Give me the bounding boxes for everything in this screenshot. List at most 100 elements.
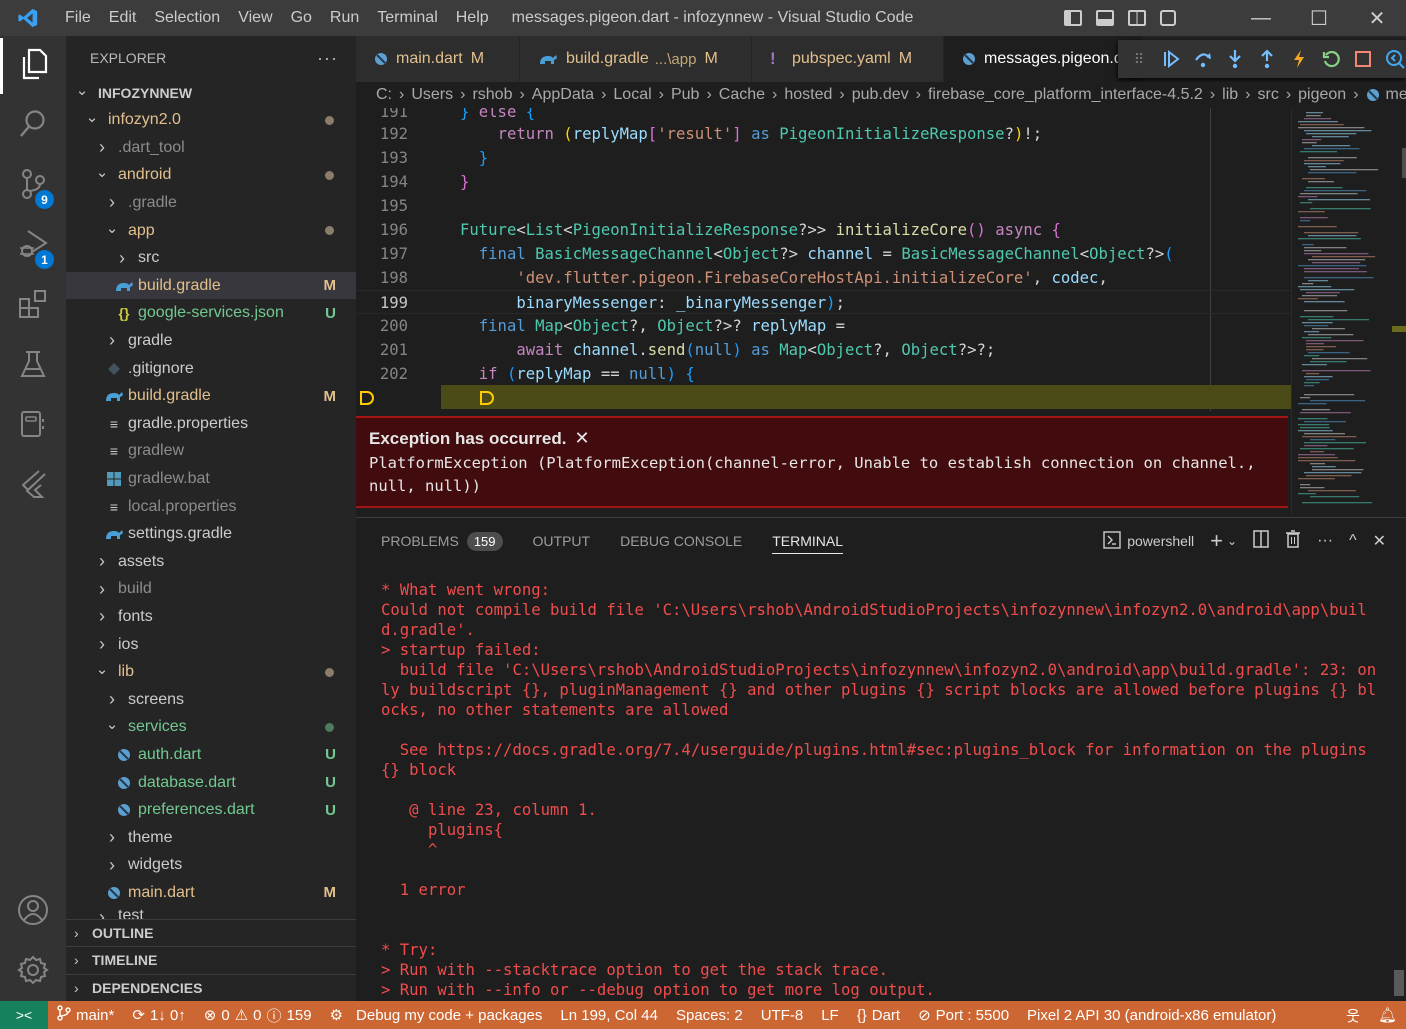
breadcrumb-segment[interactable]: C: <box>376 86 392 104</box>
tree-folder[interactable]: › src <box>66 245 356 272</box>
minimize-button[interactable]: — <box>1232 0 1290 36</box>
tree-file[interactable]: database.dart U <box>66 769 356 796</box>
tree-folder[interactable]: ⌄ app <box>66 217 356 244</box>
chevron-down-icon[interactable]: ⌄ <box>1227 534 1237 548</box>
code-editor[interactable]: 191} else { 192 return (replyMap['result… <box>356 108 1291 411</box>
toggle-primary-sidebar-icon[interactable] <box>1064 10 1082 26</box>
dependencies-section[interactable]: › DEPENDENCIES <box>66 974 356 1001</box>
tree-folder[interactable]: › gradle <box>66 327 356 354</box>
activity-flutter[interactable] <box>0 458 66 514</box>
cursor-position[interactable]: Ln 199, Col 44 <box>551 1007 667 1024</box>
tree-folder[interactable]: ⌄ services <box>66 714 356 741</box>
tree-file[interactable]: auth.dart U <box>66 741 356 768</box>
menu-run[interactable]: Run <box>321 9 368 27</box>
breadcrumb-segment[interactable]: firebase_core_platform_interface-4.5.2 <box>928 86 1203 104</box>
continue-button[interactable] <box>1160 48 1182 70</box>
menu-file[interactable]: File <box>56 9 100 27</box>
tab-problems[interactable]: PROBLEMS 159 <box>381 528 503 554</box>
drag-handle-icon[interactable]: ⠿ <box>1128 48 1150 70</box>
step-into-button[interactable] <box>1224 48 1246 70</box>
tree-folder[interactable]: › widgets <box>66 852 356 879</box>
tree-folder[interactable]: › fonts <box>66 603 356 630</box>
tree-file[interactable]: preferences.dart U <box>66 797 356 824</box>
notifications-button[interactable]: 🔔︎ <box>1369 1006 1406 1024</box>
terminal-scrollbar[interactable] <box>1394 970 1404 996</box>
devtools-button[interactable] <box>1384 48 1406 70</box>
menu-view[interactable]: View <box>229 9 281 27</box>
tree-file[interactable]: settings.gradle <box>66 521 356 548</box>
tree-file[interactable]: .gitignore <box>66 355 356 382</box>
activity-explorer[interactable] <box>0 38 66 94</box>
breadcrumb-segment[interactable]: src <box>1257 86 1278 104</box>
activity-notebook[interactable] <box>0 398 66 454</box>
tree-file[interactable]: {} google-services.json U <box>66 300 356 327</box>
tree-folder[interactable]: ⌄ android <box>66 162 356 189</box>
activity-extensions[interactable] <box>0 278 66 334</box>
menu-help[interactable]: Help <box>447 9 498 27</box>
tree-folder[interactable]: › assets <box>66 548 356 575</box>
more-actions-icon[interactable]: ··· <box>1317 532 1333 550</box>
device-selector[interactable]: Pixel 2 API 30 (android-x86 emulator) <box>1018 1007 1285 1024</box>
terminal-output[interactable]: * What went wrong: Could not compile buil… <box>381 580 1381 1000</box>
close-panel-button[interactable]: ✕ <box>1373 531 1386 551</box>
activity-testing[interactable] <box>0 338 66 394</box>
tree-folder[interactable]: ⌄ INFOZYNNEW <box>66 79 356 106</box>
split-terminal-button[interactable] <box>1253 529 1269 553</box>
breadcrumb-segment[interactable]: lib <box>1222 86 1238 104</box>
breadcrumb-segment[interactable]: Local <box>613 86 651 104</box>
tree-file[interactable]: ≡ local.properties <box>66 493 356 520</box>
tree-folder[interactable]: › theme <box>66 824 356 851</box>
hot-reload-button[interactable] <box>1288 48 1310 70</box>
remote-indicator[interactable]: >< <box>0 1001 48 1029</box>
close-window-button[interactable]: ✕ <box>1348 0 1406 36</box>
breadcrumb-segment[interactable]: Cache <box>719 86 765 104</box>
tab-build-gradle[interactable]: build.gradle ...\app M <box>520 36 752 82</box>
hot-restart-button[interactable] <box>1320 48 1342 70</box>
activity-source-control[interactable]: 9 <box>0 158 66 214</box>
step-out-button[interactable] <box>1256 48 1278 70</box>
tree-folder[interactable]: › build <box>66 576 356 603</box>
tab-debug-console[interactable]: DEBUG CONSOLE <box>620 528 742 554</box>
activity-settings[interactable] <box>0 944 66 1000</box>
branch-status[interactable]: main* <box>48 1005 123 1025</box>
tab-output[interactable]: OUTPUT <box>533 528 591 554</box>
breadcrumb-segment[interactable]: messages.pigeon.dart <box>1386 86 1406 104</box>
breadcrumb-segment[interactable]: pub.dev <box>852 86 909 104</box>
sync-status[interactable]: ⟳ 1↓ 0↑ <box>123 1006 194 1025</box>
close-exception-button[interactable]: ✕ <box>574 428 589 449</box>
indentation-status[interactable]: Spaces: 2 <box>667 1007 752 1024</box>
toggle-panel-icon[interactable] <box>1096 10 1114 26</box>
breadcrumb-segment[interactable]: AppData <box>532 86 594 104</box>
tab-terminal[interactable]: TERMINAL <box>772 528 844 554</box>
tab-pubspec-yaml[interactable]: ! pubspec.yaml M <box>752 36 944 82</box>
tree-folder[interactable]: › screens <box>66 686 356 713</box>
kill-terminal-button[interactable] <box>1285 529 1301 553</box>
tree-file[interactable]: ≡ gradlew <box>66 438 356 465</box>
menu-go[interactable]: Go <box>282 9 321 27</box>
terminal-selector[interactable]: powershell <box>1103 530 1194 552</box>
activity-run-debug[interactable]: 1 <box>0 218 66 274</box>
language-mode[interactable]: {} Dart <box>848 1007 909 1024</box>
tab-main-dart[interactable]: main.dart M <box>356 36 520 82</box>
minimap[interactable] <box>1291 108 1406 515</box>
breadcrumb-segment[interactable]: Pub <box>671 86 699 104</box>
tree-file[interactable]: gradlew.bat <box>66 465 356 492</box>
tree-file[interactable]: build.gradle M <box>66 383 356 410</box>
menu-terminal[interactable]: Terminal <box>368 9 446 27</box>
tree-folder[interactable]: ⌄ infozyn2.0 <box>66 107 356 134</box>
breadcrumb-segment[interactable]: rshob <box>472 86 512 104</box>
maximize-panel-button[interactable]: ^ <box>1349 532 1357 550</box>
tree-folder[interactable]: › test <box>66 907 356 919</box>
tree-folder[interactable]: › .gradle <box>66 189 356 216</box>
problems-status[interactable]: ⊗ 0 ⚠ 0 ⓘ 159 <box>195 1005 321 1026</box>
breadcrumb-segment[interactable]: pigeon <box>1298 86 1346 104</box>
tree-folder[interactable]: ⌄ lib <box>66 659 356 686</box>
more-actions-button[interactable]: ··· <box>317 48 338 69</box>
activity-accounts[interactable] <box>0 884 66 940</box>
stop-button[interactable] <box>1352 48 1374 70</box>
customize-layout-icon[interactable] <box>1160 10 1176 26</box>
timeline-section[interactable]: › TIMELINE <box>66 946 356 973</box>
toggle-secondary-sidebar-icon[interactable] <box>1128 10 1146 26</box>
menu-edit[interactable]: Edit <box>100 9 146 27</box>
feedback-button[interactable]: 웃 <box>1337 1005 1369 1026</box>
